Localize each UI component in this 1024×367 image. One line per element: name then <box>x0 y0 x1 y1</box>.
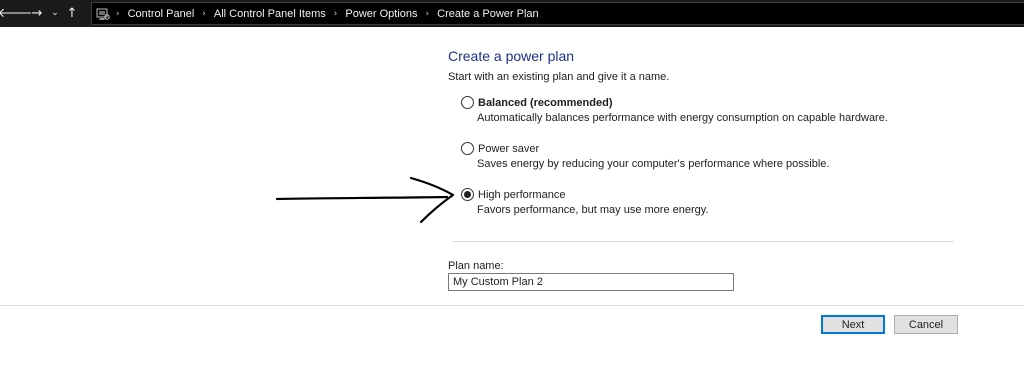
radio-power-saver[interactable] <box>461 142 474 155</box>
chevron-down-icon[interactable]: ⌄ <box>48 0 62 27</box>
up-arrow-icon[interactable]: ↑ <box>62 0 82 27</box>
breadcrumb-separator: › <box>202 8 206 19</box>
footer-divider <box>0 305 1024 306</box>
plan-option-balanced[interactable]: Balanced (recommended) Automatically bal… <box>461 96 888 124</box>
cancel-button[interactable]: Cancel <box>894 315 958 334</box>
control-panel-icon <box>96 7 110 21</box>
breadcrumb-control-panel[interactable]: Control Panel <box>128 8 195 20</box>
breadcrumb-separator: › <box>116 8 120 19</box>
plan-option-label[interactable]: Power saver <box>478 143 539 155</box>
forward-arrow-icon[interactable]: → <box>26 0 48 27</box>
breadcrumb-all-control-panel-items[interactable]: All Control Panel Items <box>214 8 326 20</box>
breadcrumb-separator: › <box>333 8 338 19</box>
annotation-arrow-icon <box>275 176 455 224</box>
plan-option-label[interactable]: Balanced (recommended) <box>478 97 612 109</box>
radio-selected-dot <box>464 191 471 198</box>
page-title: Create a power plan <box>448 48 575 64</box>
next-button[interactable]: Next <box>821 315 885 334</box>
plan-option-power-saver[interactable]: Power saver Saves energy by reducing you… <box>461 142 829 170</box>
plan-option-description: Automatically balances performance with … <box>477 112 888 124</box>
radio-high-performance[interactable] <box>461 188 474 201</box>
radio-balanced[interactable] <box>461 96 474 109</box>
breadcrumb-power-options[interactable]: Power Options <box>345 8 417 20</box>
intro-text: Start with an existing plan and give it … <box>448 71 670 83</box>
plan-option-high-performance[interactable]: High performance Favors performance, but… <box>461 188 709 216</box>
section-divider <box>452 241 954 242</box>
breadcrumb-separator: › <box>425 8 430 19</box>
breadcrumb-create-a-power-plan[interactable]: Create a Power Plan <box>437 8 539 20</box>
plan-option-description: Saves energy by reducing your computer's… <box>477 158 830 170</box>
address-bar[interactable]: › Control Panel › All Control Panel Item… <box>91 2 1024 25</box>
plan-name-label: Plan name: <box>448 260 504 272</box>
address-toolbar: 🡐 → ⌄ ↑ › Control Panel › All Control Pa… <box>0 0 1024 27</box>
back-arrow-icon[interactable]: 🡐 <box>0 0 32 27</box>
plan-option-description: Favors performance, but may use more ene… <box>477 204 709 216</box>
plan-option-label[interactable]: High performance <box>478 189 565 201</box>
plan-name-input[interactable] <box>448 273 734 291</box>
